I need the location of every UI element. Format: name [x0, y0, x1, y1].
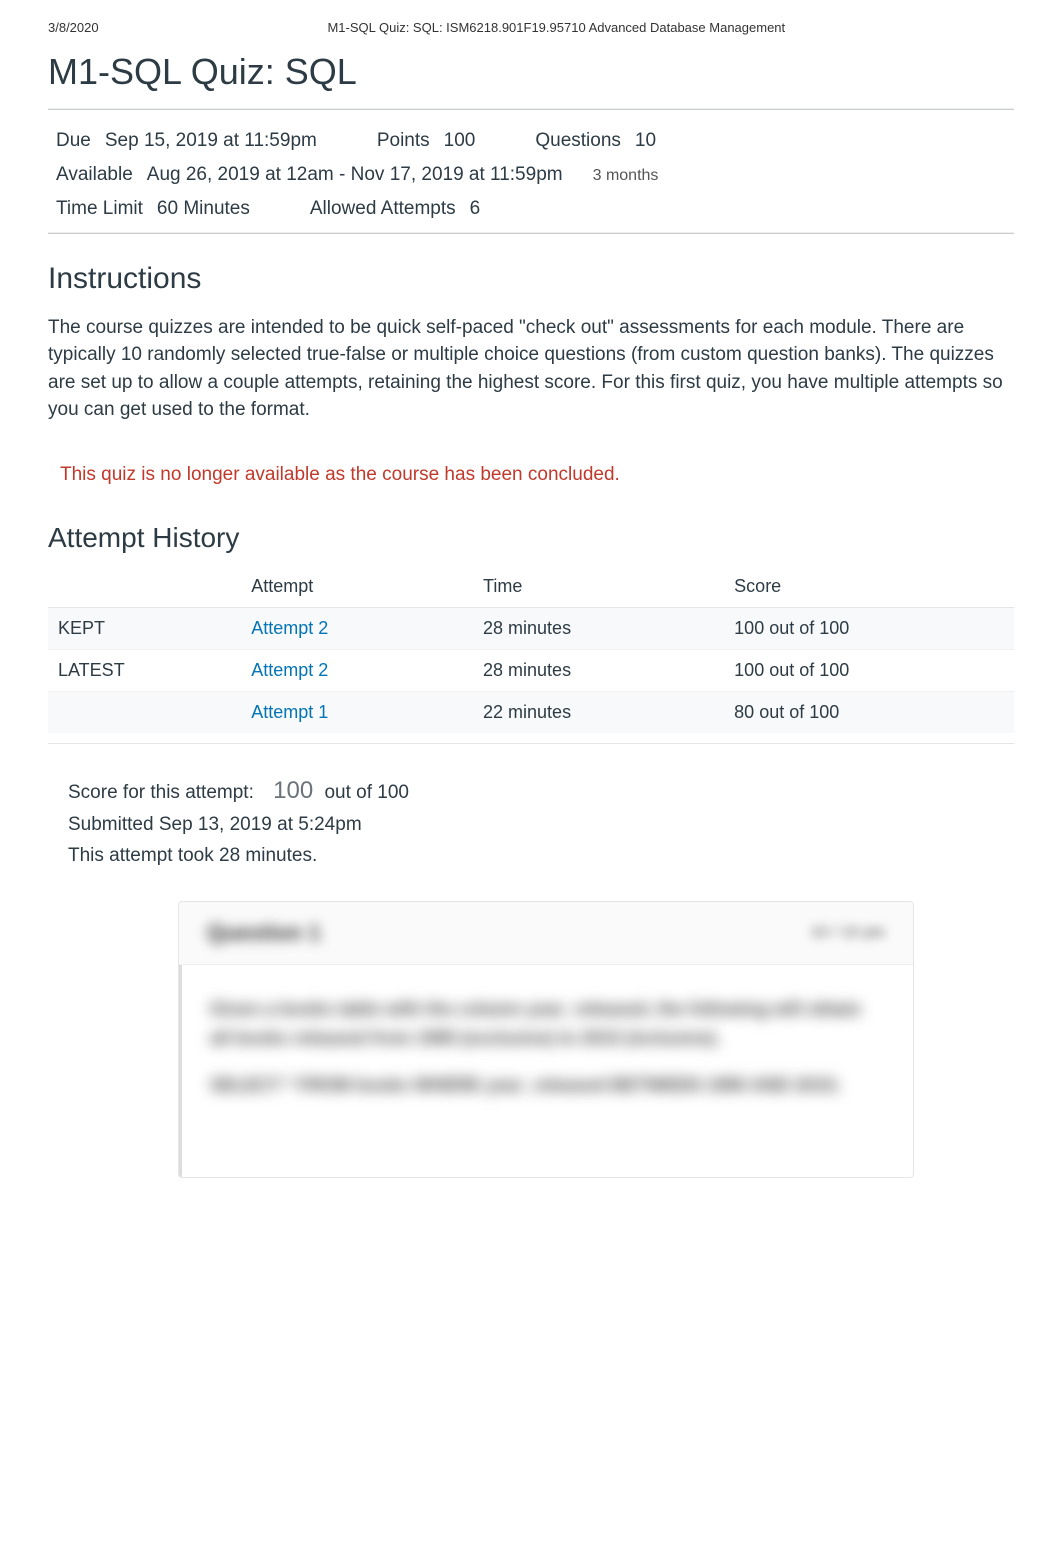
table-header-row: Attempt Time Score [48, 566, 1014, 608]
meta-time-limit-value: 60 Minutes [157, 192, 250, 226]
question-title: Question 1 [207, 920, 321, 946]
cell-time: 22 minutes [473, 691, 724, 733]
attempt-history-table: Attempt Time Score KEPT Attempt 2 28 min… [48, 566, 1014, 733]
meta-questions-label: Questions [535, 124, 621, 158]
col-attempt: Attempt [241, 566, 473, 608]
attempt-history-heading: Attempt History [48, 522, 1014, 554]
cell-score: 80 out of 100 [724, 691, 1014, 733]
meta-questions-value: 10 [635, 124, 656, 158]
question-text-2: SELECT * FROM books WHERE year_released … [210, 1071, 885, 1100]
score-label: Score for this attempt: [68, 782, 254, 803]
meta-points: Points 100 [377, 124, 476, 158]
meta-due-label: Due [56, 124, 91, 158]
cell-status: KEPT [48, 607, 241, 649]
attempt-link[interactable]: Attempt 2 [251, 618, 328, 638]
meta-allowed-attempts-value: 6 [470, 192, 481, 226]
score-value: 100 [273, 777, 313, 804]
print-course-line: M1-SQL Quiz: SQL: ISM6218.901F19.95710 A… [99, 20, 1014, 35]
cell-score: 100 out of 100 [724, 649, 1014, 691]
cell-score: 100 out of 100 [724, 607, 1014, 649]
quiz-concluded-alert: This quiz is no longer available as the … [48, 456, 1014, 494]
question-body: Given a books table with the column year… [179, 965, 913, 1177]
col-score: Score [724, 566, 1014, 608]
question-header: Question 1 10 / 10 pts [179, 902, 913, 965]
attempt-link[interactable]: Attempt 1 [251, 702, 328, 722]
meta-available-label: Available [56, 158, 133, 192]
meta-allowed-attempts: Allowed Attempts 6 [310, 192, 480, 226]
cell-time: 28 minutes [473, 607, 724, 649]
table-row: KEPT Attempt 2 28 minutes 100 out of 100 [48, 607, 1014, 649]
attempt-link[interactable]: Attempt 2 [251, 660, 328, 680]
meta-available-duration: 3 months [593, 162, 659, 191]
duration-line: This attempt took 28 minutes. [68, 841, 994, 871]
divider [48, 109, 1014, 110]
meta-available: Available Aug 26, 2019 at 12am - Nov 17,… [56, 158, 658, 192]
meta-questions: Questions 10 [535, 124, 656, 158]
col-time: Time [473, 566, 724, 608]
question-points: 10 / 10 pts [810, 924, 885, 942]
print-date: 3/8/2020 [48, 20, 99, 35]
submitted-line: Submitted Sep 13, 2019 at 5:24pm [68, 810, 994, 840]
table-row: LATEST Attempt 2 28 minutes 100 out of 1… [48, 649, 1014, 691]
meta-due-value: Sep 15, 2019 at 11:59pm [105, 124, 317, 158]
meta-due: Due Sep 15, 2019 at 11:59pm [56, 124, 317, 158]
table-row: Attempt 1 22 minutes 80 out of 100 [48, 691, 1014, 733]
print-header: 3/8/2020 M1-SQL Quiz: SQL: ISM6218.901F1… [0, 0, 1062, 43]
cell-time: 28 minutes [473, 649, 724, 691]
meta-available-value: Aug 26, 2019 at 12am - Nov 17, 2019 at 1… [147, 158, 563, 192]
instructions-heading: Instructions [48, 262, 1014, 296]
meta-points-value: 100 [444, 124, 476, 158]
cell-status: LATEST [48, 649, 241, 691]
instructions-body: The course quizzes are intended to be qu… [48, 314, 1014, 424]
meta-time-limit-label: Time Limit [56, 192, 143, 226]
divider [48, 743, 1014, 744]
question-block: Question 1 10 / 10 pts Given a books tab… [178, 901, 914, 1178]
cell-status [48, 691, 241, 733]
col-status [48, 566, 241, 608]
quiz-meta: Due Sep 15, 2019 at 11:59pm Points 100 Q… [48, 118, 1014, 233]
page-title: M1-SQL Quiz: SQL [48, 51, 1014, 93]
score-summary: Score for this attempt: 100 out of 100 S… [48, 762, 1014, 881]
meta-points-label: Points [377, 124, 430, 158]
score-suffix: out of 100 [324, 782, 409, 803]
divider [48, 233, 1014, 234]
meta-allowed-attempts-label: Allowed Attempts [310, 192, 456, 226]
meta-time-limit: Time Limit 60 Minutes [56, 192, 250, 226]
question-text-1: Given a books table with the column year… [210, 995, 885, 1053]
